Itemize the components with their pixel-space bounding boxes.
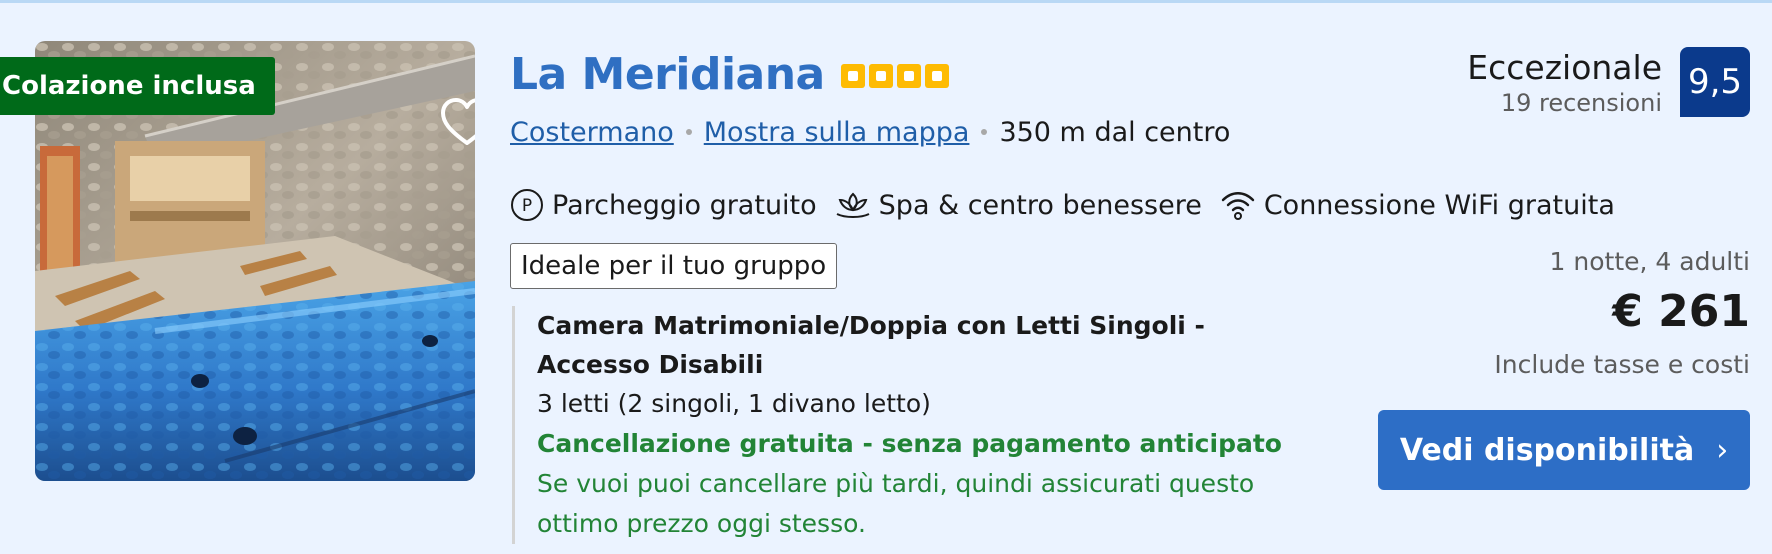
map-link[interactable]: Mostra sulla mappa xyxy=(704,117,970,148)
review-count: 19 recensioni xyxy=(1500,89,1662,117)
amenity-label: Parcheggio gratuito xyxy=(552,189,817,221)
breakfast-included-badge: Colazione inclusa xyxy=(0,57,275,115)
room-details: Camera Matrimoniale/Doppia con Letti Sin… xyxy=(512,306,1317,544)
chevron-right-icon: › xyxy=(1716,432,1729,468)
amenity-label: Connessione WiFi gratuita xyxy=(1263,189,1615,221)
location-row: Costermano Mostra sulla mappa 350 m dal … xyxy=(510,112,1230,152)
score-badge: 9,5 xyxy=(1680,47,1750,117)
favorite-button[interactable] xyxy=(437,93,475,153)
separator-dot xyxy=(685,129,692,135)
room-title: Camera Matrimoniale/Doppia con Letti Sin… xyxy=(537,311,1205,379)
top-divider xyxy=(0,0,1772,3)
price: € 261 xyxy=(1612,286,1750,337)
spa-icon xyxy=(836,192,870,218)
review-label: Eccezionale xyxy=(1467,48,1662,87)
amenity-label: Spa & centro benessere xyxy=(878,189,1202,221)
wifi-icon xyxy=(1221,192,1255,220)
amenity-parking: P Parcheggio gratuito xyxy=(510,188,817,222)
star-icon xyxy=(924,64,949,88)
star-icon xyxy=(896,64,921,88)
parking-icon: P xyxy=(511,189,543,221)
cancellation-note: Se vuoi puoi cancellare più tardi, quind… xyxy=(537,469,1255,538)
amenity-spa: Spa & centro benessere xyxy=(835,190,1202,221)
distance-text: 350 m dal centro xyxy=(999,116,1231,148)
hotel-title-row: La Meridiana xyxy=(510,44,949,104)
free-cancellation-text: Cancellazione gratuita - senza pagamento… xyxy=(537,429,1282,458)
svg-text:P: P xyxy=(522,196,532,216)
review-text: Eccezionale 19 recensioni xyxy=(1467,47,1662,117)
star-icon xyxy=(868,64,893,88)
see-availability-label: Vedi disponibilità xyxy=(1399,432,1695,468)
room-beds: 3 letti (2 singoli, 1 divano letto) xyxy=(537,389,931,418)
review-score[interactable]: Eccezionale 19 recensioni 9,5 xyxy=(1467,47,1750,117)
group-tag: Ideale per il tuo gruppo xyxy=(510,243,838,289)
star-icon xyxy=(840,64,865,88)
separator-dot xyxy=(981,129,988,135)
hotel-name-link[interactable]: La Meridiana xyxy=(510,49,825,100)
heart-outline-icon xyxy=(441,98,475,145)
location-link[interactable]: Costermano xyxy=(510,117,674,148)
stay-summary: 1 notte, 4 adulti xyxy=(1549,247,1750,276)
amenities-row: P Parcheggio gratuito Spa & centro benes… xyxy=(510,184,1633,226)
see-availability-button[interactable]: Vedi disponibilità › xyxy=(1378,410,1750,490)
star-rating xyxy=(840,64,949,88)
taxes-note: Include tasse e costi xyxy=(1494,350,1750,379)
amenity-wifi: Connessione WiFi gratuita xyxy=(1220,189,1615,221)
